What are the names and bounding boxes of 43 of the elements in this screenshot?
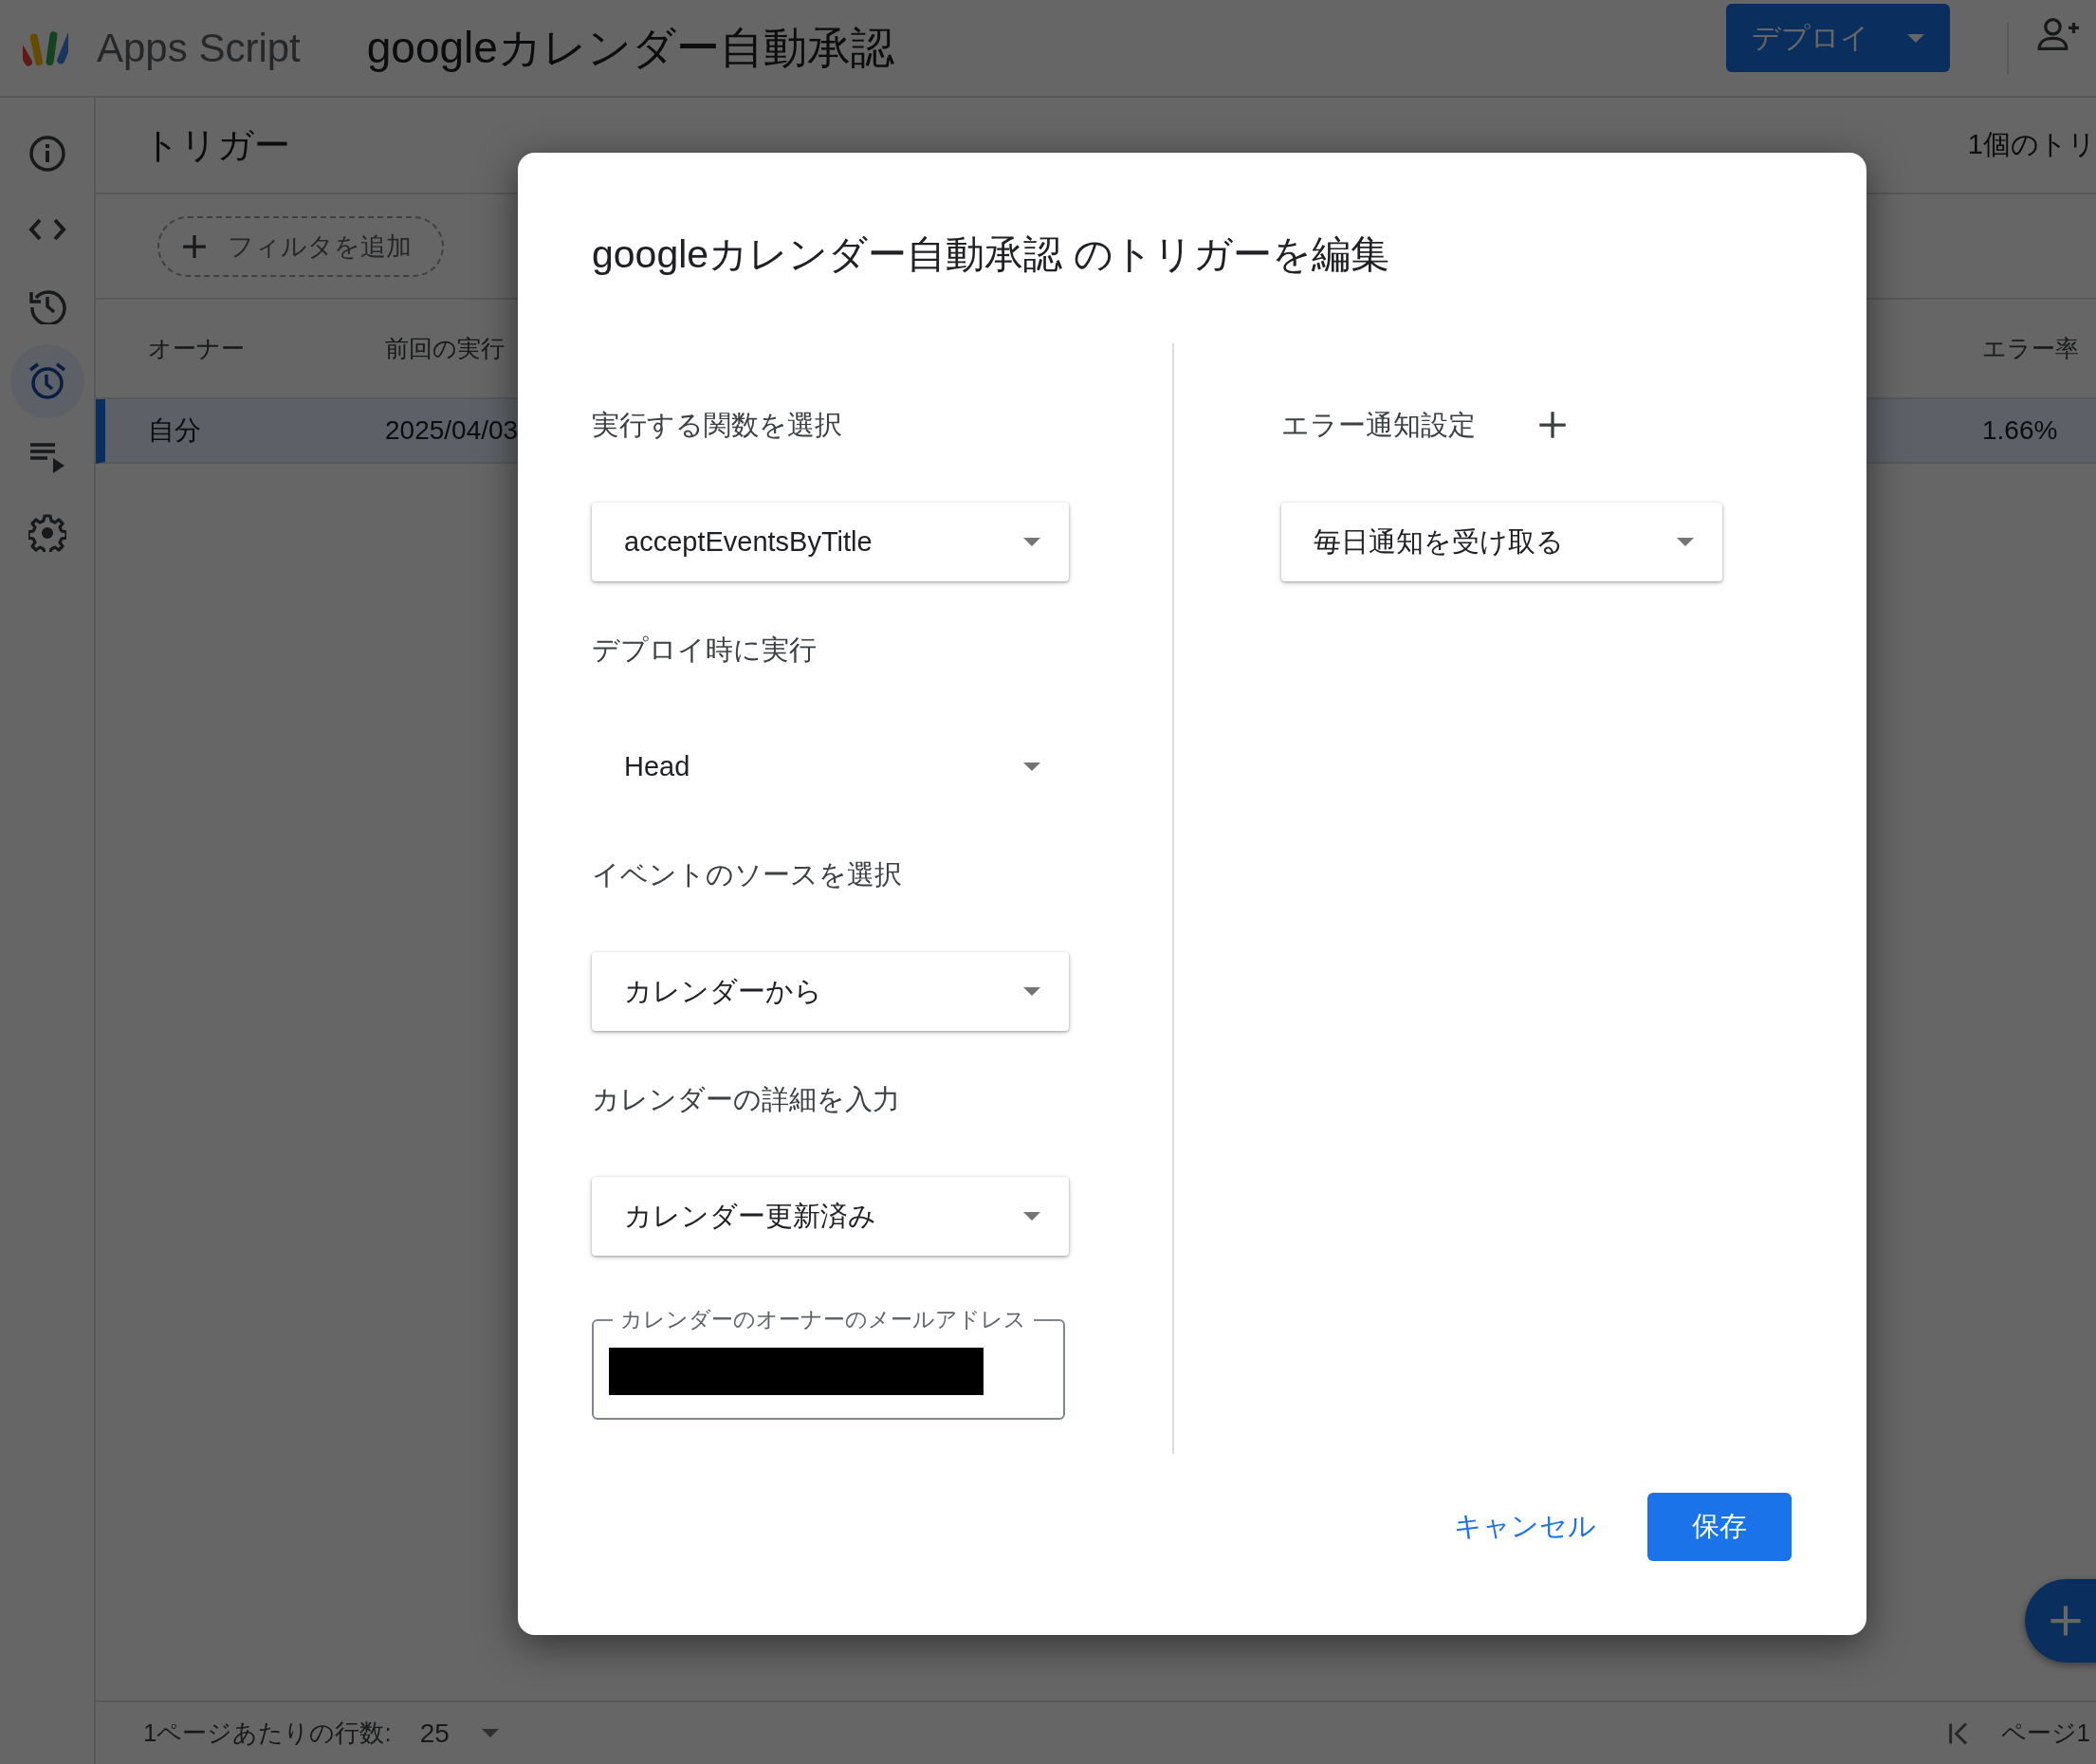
page-label: ページ1 — [2000, 1718, 2090, 1749]
plus-icon[interactable] — [1538, 411, 1567, 439]
plus-icon — [182, 233, 207, 259]
column-header[interactable]: エラー率 — [1982, 333, 2079, 364]
table-cell: 2025/04/03 — [385, 415, 519, 446]
caret-icon — [1023, 987, 1040, 996]
dropdown[interactable]: 毎日通知を受け取る — [1281, 503, 1722, 581]
field-label: イベントのソースを選択 — [592, 858, 903, 891]
caret-icon — [1023, 538, 1040, 546]
rows-per-page-label: 1ページあたりの行数: — [143, 1718, 392, 1749]
caret-icon — [1677, 538, 1694, 546]
caret-icon — [1907, 33, 1924, 43]
dropdown[interactable]: カレンダー更新済み — [592, 1177, 1069, 1256]
caret-icon — [481, 1729, 499, 1737]
column-header[interactable]: 前回の実行 — [385, 333, 505, 364]
code-icon — [28, 218, 66, 241]
app-name: Apps Script — [97, 25, 301, 71]
page-title: トリガー — [143, 123, 290, 167]
dropdown[interactable]: Head — [592, 727, 1069, 806]
dialog-title: googleカレンダー自動承認 のトリガーを編集 — [592, 231, 1390, 278]
project-title[interactable]: googleカレンダー自動承認 — [366, 18, 894, 78]
field-label: エラー通知設定 — [1281, 409, 1476, 442]
field-label: カレンダーの詳細を入力 — [592, 1083, 901, 1116]
table-cell: 1.66% — [1982, 415, 2058, 446]
settings-icon — [28, 514, 66, 552]
dropdown[interactable]: acceptEventsByTitle — [592, 503, 1069, 581]
trigger-count: 1個のトリ — [1967, 128, 2096, 161]
table-cell-text: 自分 — [148, 414, 201, 447]
plus-icon — [2050, 1605, 2082, 1637]
save-button[interactable]: 保存 — [1647, 1493, 1792, 1561]
list-play-icon — [28, 441, 66, 473]
add-filter-button[interactable]: フィルタを追加 — [157, 215, 444, 277]
cancel-button[interactable]: キャンセル — [1454, 1498, 1596, 1555]
dropdown[interactable]: カレンダーから — [592, 952, 1069, 1031]
column-header[interactable]: オーナー — [148, 333, 245, 364]
info-icon — [28, 135, 66, 173]
deploy-button[interactable]: デプロイ — [1726, 4, 1950, 72]
field-label: 実行する関数を選択 — [592, 409, 843, 442]
caret-icon — [1023, 1212, 1040, 1221]
field-label: デプロイ時に実行 — [592, 634, 818, 667]
alarm-clock-icon — [28, 362, 66, 400]
caret-icon — [1023, 763, 1040, 771]
rows-per-page-select[interactable]: 25 — [419, 1718, 499, 1749]
